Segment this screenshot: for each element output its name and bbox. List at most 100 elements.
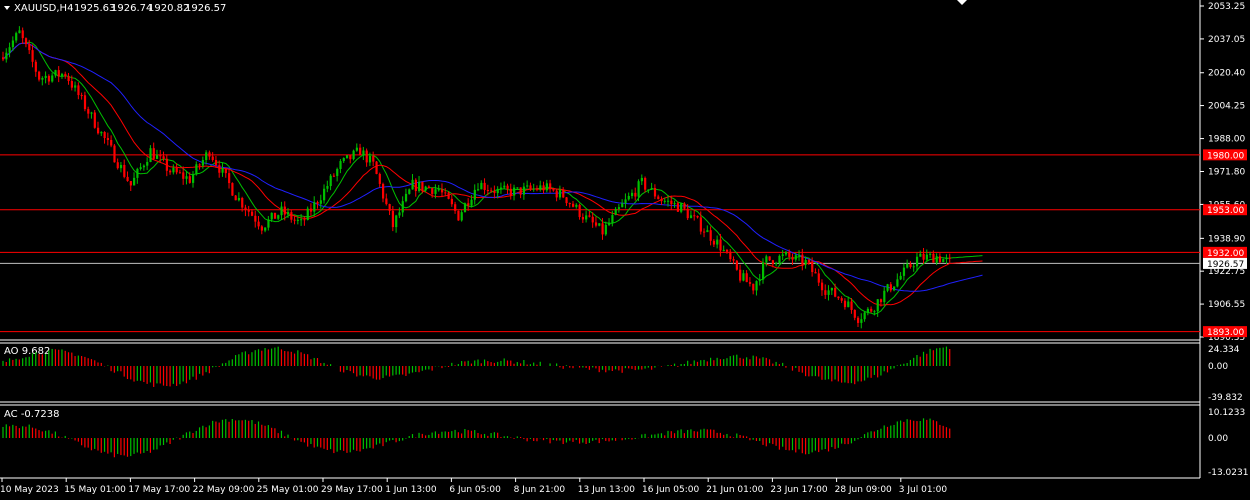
candle-body [572,203,575,207]
candle-body [729,251,732,260]
candle-body [323,188,326,201]
candle-body [925,254,928,260]
candle-body [408,189,411,194]
candle-body [640,177,643,182]
candle-body [929,253,932,255]
candle-body [368,155,372,163]
candle-body [332,175,336,177]
chart-background [0,0,1250,500]
candle-body [771,260,775,265]
candle-body [440,189,444,193]
candle-body [650,187,653,190]
candle-body [2,57,5,60]
candle-body [192,174,195,183]
price-tick-label: 1971.80 [1208,168,1245,178]
current-price-tag: 1926.57 [1203,257,1247,270]
candle-body [519,187,522,195]
candle-body [634,192,637,197]
candle-body [172,167,175,173]
candle-body [784,252,788,255]
candle-body [716,239,719,245]
candle-body [431,188,434,194]
candle-body [155,155,159,159]
candle-body [457,210,460,221]
candle-body [205,152,208,160]
candle-body [214,159,218,166]
candle-body [676,203,680,212]
candle-body [418,181,421,191]
candle-body [306,208,309,220]
candle-body [483,182,486,190]
candle-body [70,81,73,88]
time-tick-label: 8 Jun 21:00 [514,485,566,495]
ao-tick-zero: 0.00 [1208,362,1228,372]
candle-body [149,148,152,162]
candle-body [630,192,634,196]
candle-body [922,253,925,260]
time-tick-label: 25 May 01:00 [257,485,319,495]
candle-body [283,206,286,215]
candle-body [106,138,110,140]
candle-body [152,148,155,159]
candle-body [257,221,260,227]
candle-body [843,300,847,308]
candle-body [647,189,650,191]
time-tick-label: 16 Jun 05:00 [642,485,699,495]
candle-body [34,61,37,72]
candle-body [893,286,896,291]
candle-body [565,197,568,204]
candle-body [617,207,621,209]
candle-body [660,199,663,202]
candle-body [470,199,473,206]
candle-body [162,156,165,159]
candle-body [116,162,119,169]
candle-body [110,139,113,146]
candle-body [932,253,935,263]
candle-body [119,164,123,169]
candle-body [277,215,280,219]
candle-body [18,30,21,34]
price-tick-label: 2037.05 [1208,35,1245,45]
candle-body [454,204,457,211]
candle-body [811,262,814,273]
candle-body [185,176,188,179]
candle-body [224,168,227,174]
chart-canvas: XAUUSD,H4 1925.63 1926.74 1920.82 1926.5… [0,0,1250,500]
candle-body [372,155,375,162]
candle-body [427,186,431,189]
symbol-header[interactable]: XAUUSD,H4 1925.63 1926.74 1920.82 1926.5… [4,3,226,14]
candle-body [93,112,96,128]
candle-body [673,203,676,205]
candle-body [614,208,617,216]
candle-body [732,259,735,261]
candle-body [473,189,476,200]
candle-body [234,195,237,201]
candle-body [296,219,300,221]
candle-body [290,212,293,220]
candle-body [411,179,414,190]
candle-body [404,193,408,202]
candle-body [542,185,545,191]
candle-body [683,203,686,209]
candle-body [935,256,938,263]
candle-body [768,256,771,261]
candle-body [637,181,640,197]
candle-body [883,290,886,303]
ohlc-high: 1926.74 [111,3,152,14]
candle-body [254,215,257,222]
price-tick-label: 2020.40 [1208,69,1245,79]
candle-body [909,263,912,267]
candle-body [699,217,702,232]
candle-body [919,253,922,257]
time-tick-label: 6 Jun 05:00 [449,485,501,495]
candle-body [15,33,18,41]
candle-body [889,284,892,291]
candle-body [139,167,142,169]
candle-body [601,223,604,235]
candle-body [136,168,139,178]
candle-body [421,181,424,191]
candle-body [529,185,532,189]
candle-body [689,215,693,219]
candle-body [945,257,948,260]
level-tag-label: 1932.00 [1207,249,1244,259]
